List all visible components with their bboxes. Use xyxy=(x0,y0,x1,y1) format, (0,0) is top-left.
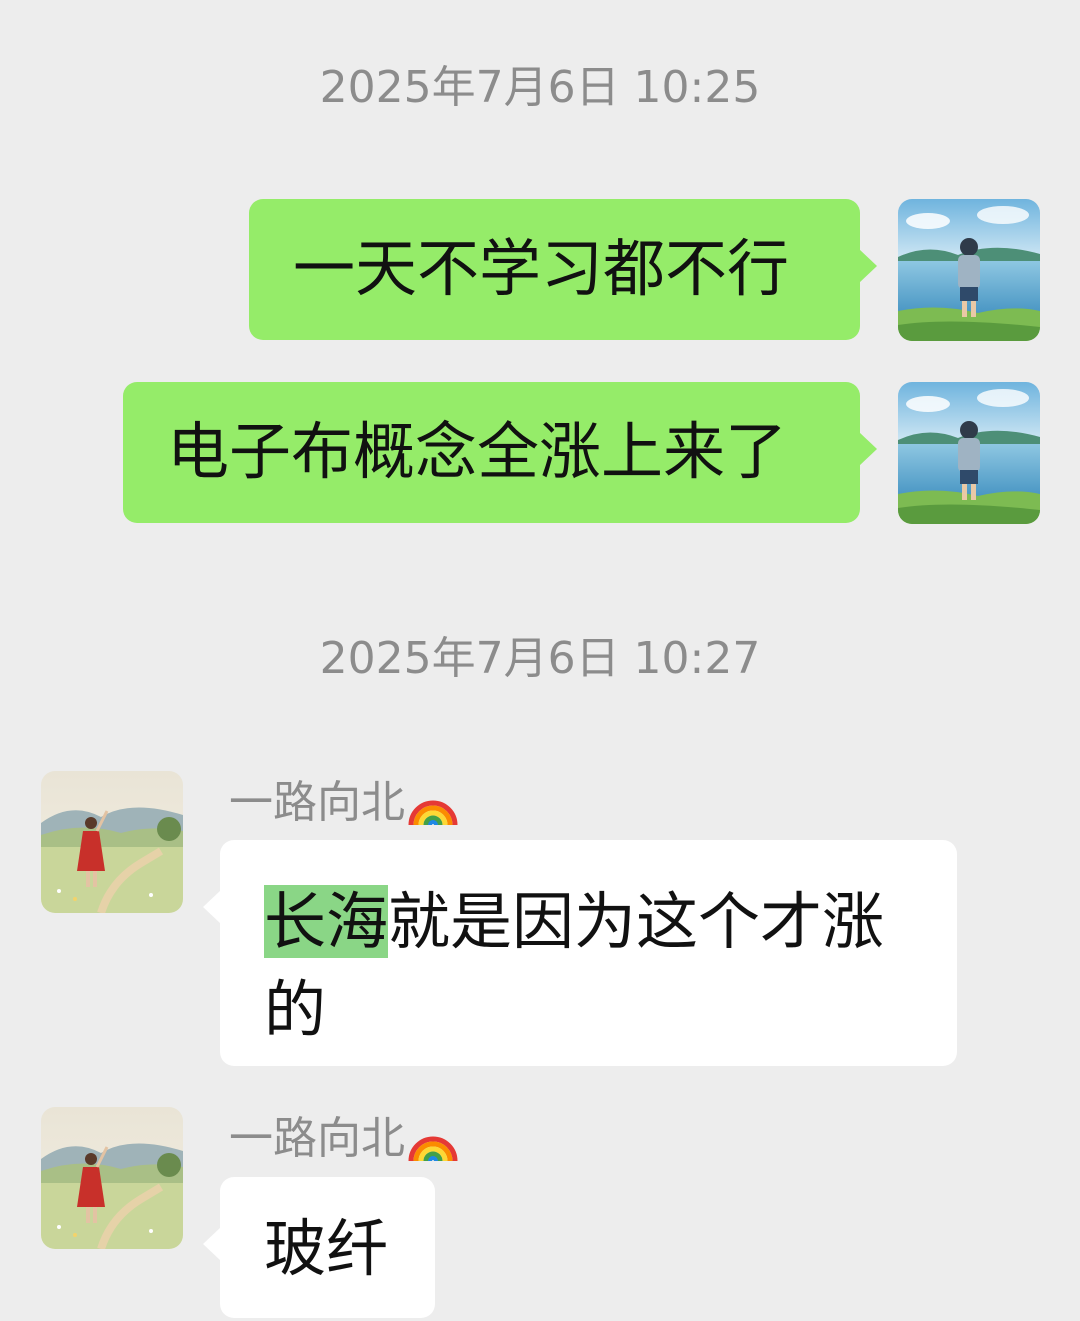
girl-in-red-dress-avatar-icon xyxy=(41,771,183,913)
rainbow-icon xyxy=(408,800,458,826)
timestamp: 2025年7月6日 10:25 xyxy=(319,62,761,113)
rainbow-icon xyxy=(408,1136,458,1162)
bubble-tail xyxy=(203,1227,221,1261)
message-text-line-2: 的 xyxy=(264,973,327,1046)
message-text: 玻纤 xyxy=(264,1212,389,1285)
bubble-tail xyxy=(859,432,877,466)
self-avatar[interactable] xyxy=(898,382,1040,524)
sender-name: 一路向北 xyxy=(229,775,459,831)
contact-avatar[interactable] xyxy=(41,771,183,913)
message-text-line-1: 就是因为这个才涨 xyxy=(388,885,885,958)
message-bubble-incoming[interactable]: 长海就是因为这个才涨的 xyxy=(203,840,957,1066)
timestamp: 2025年7月6日 10:27 xyxy=(319,633,761,684)
bubble-tail xyxy=(859,249,877,283)
sender-name-text: 一路向北 xyxy=(229,777,405,828)
message-text: 长海就是因为这个才涨的 xyxy=(264,878,937,1054)
girl-in-red-dress-avatar-icon xyxy=(41,1107,183,1249)
message-text: 电子布概念全涨上来了 xyxy=(167,415,788,488)
highlighted-text: 长海 xyxy=(264,885,389,958)
sender-name: 一路向北 xyxy=(229,1111,459,1167)
message-bubble-outgoing[interactable]: 一天不学习都不行 xyxy=(249,199,877,340)
chat-area: 2025年7月6日 10:25 一天不学习都不行 电子布概念全涨上来了 2025… xyxy=(0,0,1080,1321)
message-text: 一天不学习都不行 xyxy=(293,232,790,305)
message-bubble-outgoing[interactable]: 电子布概念全涨上来了 xyxy=(123,382,877,523)
message-bubble-incoming[interactable]: 玻纤 xyxy=(203,1177,435,1318)
sender-name-text: 一路向北 xyxy=(229,1113,405,1164)
bubble-tail xyxy=(203,890,221,924)
boy-by-lake-avatar-icon xyxy=(898,199,1040,341)
self-avatar[interactable] xyxy=(898,199,1040,341)
contact-avatar[interactable] xyxy=(41,1107,183,1249)
boy-by-lake-avatar-icon xyxy=(898,382,1040,524)
